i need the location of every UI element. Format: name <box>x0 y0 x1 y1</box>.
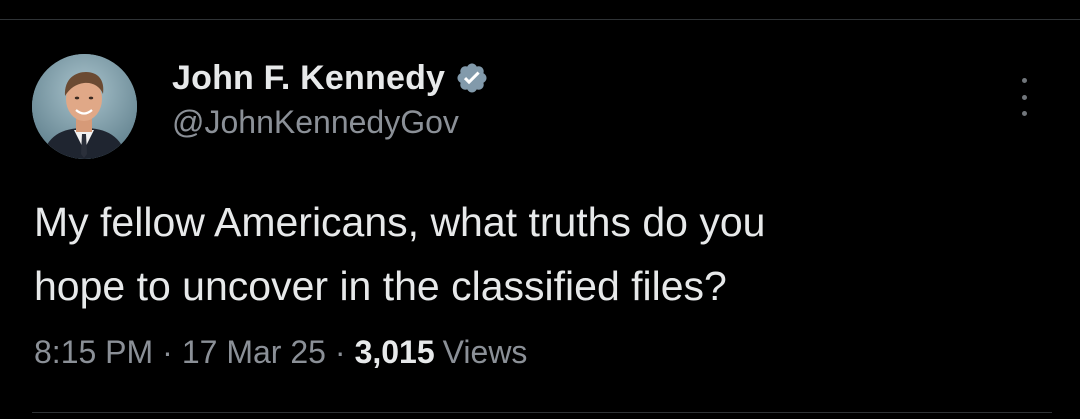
bottom-divider <box>32 412 1052 413</box>
tweet-meta: 8:15 PM · 17 Mar 25 · 3,015 Views <box>34 334 527 371</box>
tweet-text-line: hope to uncover in the classified files? <box>34 263 727 309</box>
author-name-row[interactable]: John F. Kennedy <box>172 56 489 100</box>
views-label[interactable]: Views <box>443 334 528 371</box>
tweet-time[interactable]: 8:15 PM <box>34 334 153 371</box>
more-dot <box>1021 94 1027 100</box>
profile-photo <box>32 54 137 159</box>
more-dot <box>1021 78 1027 83</box>
top-divider <box>0 19 1080 20</box>
tweet-text: My fellow Americans, what truths do you … <box>34 190 1034 318</box>
verified-badge-icon[interactable] <box>455 61 489 95</box>
more-options-icon[interactable] <box>1014 78 1034 116</box>
author-display-name[interactable]: John F. Kennedy <box>172 59 445 98</box>
meta-separator: · <box>334 334 346 370</box>
tweet-date[interactable]: 17 Mar 25 <box>182 334 326 371</box>
views-count[interactable]: 3,015 <box>355 334 435 371</box>
more-dot <box>1021 111 1027 116</box>
tweet-text-line: My fellow Americans, what truths do you <box>34 199 766 245</box>
avatar[interactable] <box>32 54 137 159</box>
author-handle[interactable]: @JohnKennedyGov <box>172 104 459 141</box>
meta-separator: · <box>162 334 173 370</box>
